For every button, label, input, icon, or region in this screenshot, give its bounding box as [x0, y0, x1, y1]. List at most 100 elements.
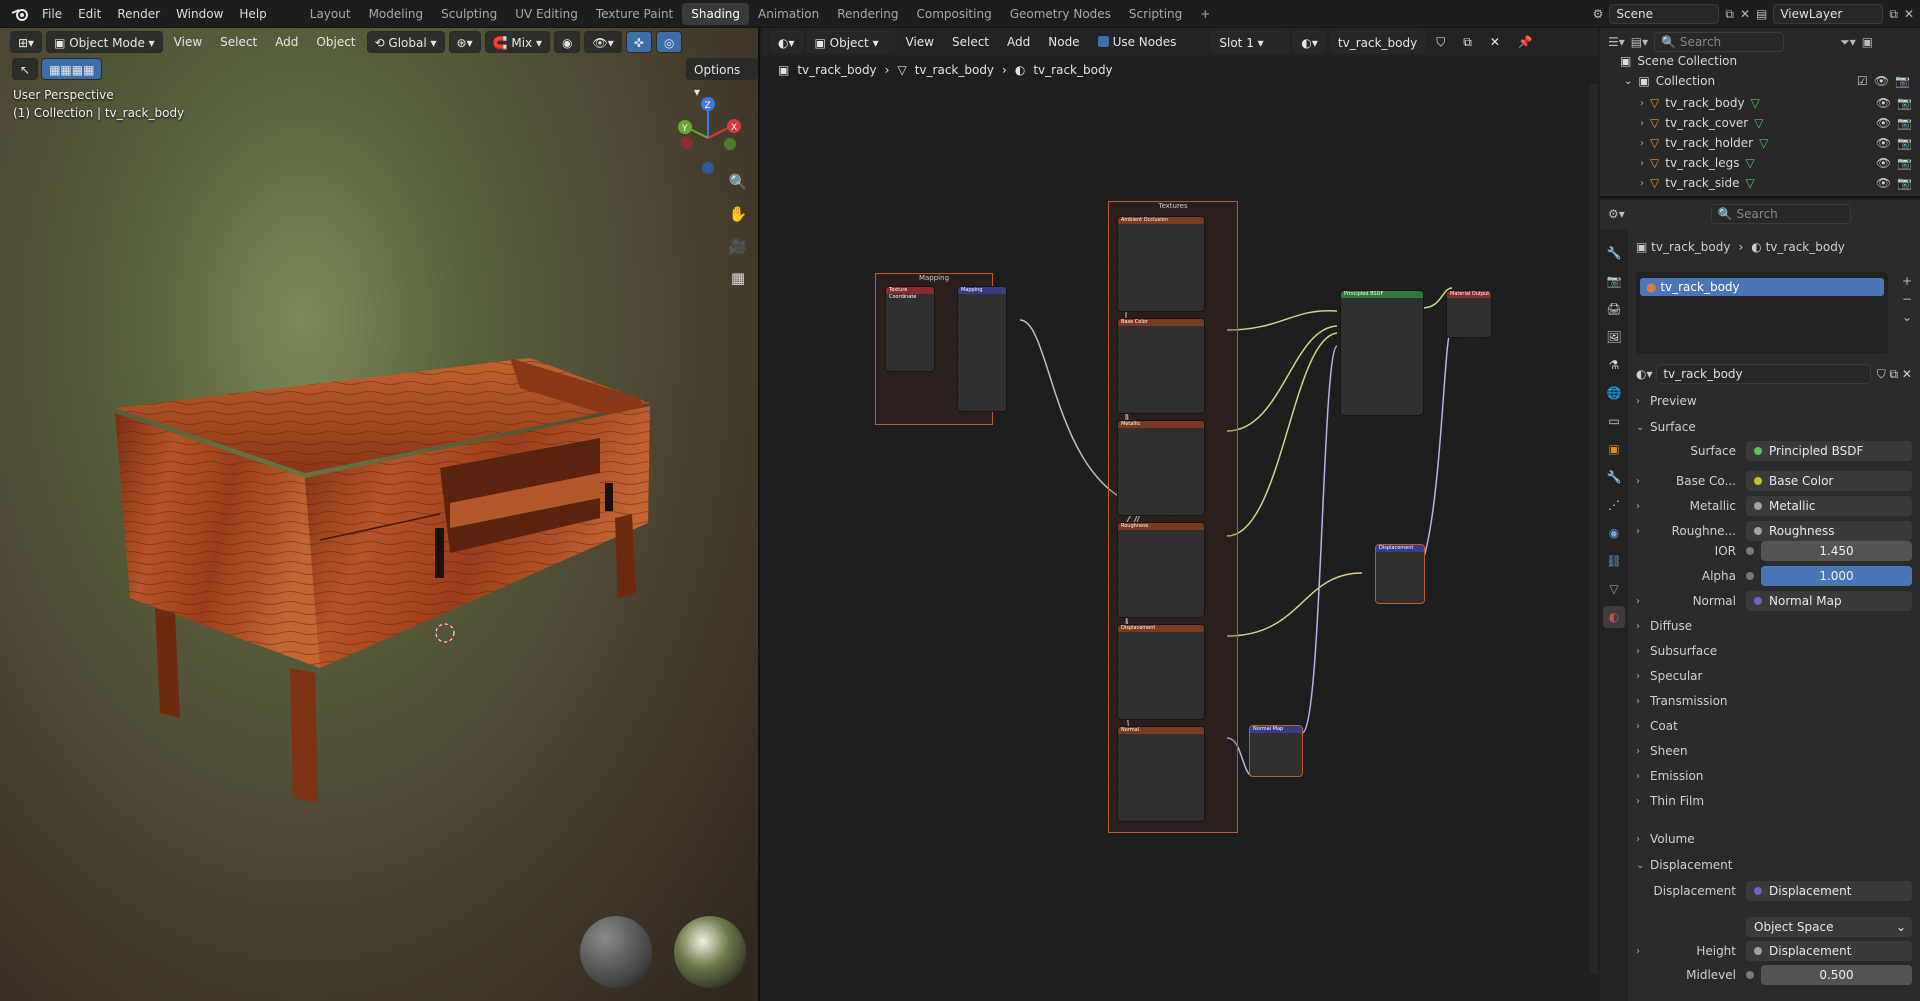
slot-menu-icon[interactable]: ⌄: [1902, 310, 1912, 324]
view-layer-field[interactable]: ViewLayer: [1773, 4, 1884, 24]
chevron-right-icon[interactable]: ›: [1640, 158, 1644, 169]
outliner-item[interactable]: › ▽ tv_rack_cover ▽ 👁 📷: [1640, 114, 1912, 132]
modifier-tab-icon[interactable]: 🔧: [1603, 466, 1625, 488]
camera-icon[interactable]: 📷: [1897, 156, 1912, 170]
tab-rendering[interactable]: Rendering: [828, 3, 907, 25]
tab-modeling[interactable]: Modeling: [360, 3, 433, 25]
chevron-right-icon[interactable]: ›: [1636, 501, 1650, 512]
camera-icon[interactable]: 📷: [1897, 176, 1912, 190]
texture-coordinate-node[interactable]: Texture Coordinate: [885, 286, 935, 372]
outliner-scene-collection[interactable]: ▣ Scene Collection: [1620, 54, 1737, 68]
scene-tab-icon[interactable]: ⚗: [1603, 354, 1625, 376]
image-texture-node[interactable]: Normal: [1117, 726, 1205, 822]
material-slot-item[interactable]: ● tv_rack_body: [1640, 278, 1884, 296]
tab-scripting[interactable]: Scripting: [1120, 3, 1191, 25]
new-scene-icon[interactable]: ⧉: [1725, 7, 1734, 22]
output-tab-icon[interactable]: 🖨: [1603, 298, 1625, 320]
subpanel-header[interactable]: › Coat: [1636, 715, 1912, 737]
principled-bsdf-node[interactable]: Principled BSDF: [1340, 290, 1424, 416]
menu-file[interactable]: File: [34, 0, 70, 28]
preview-panel-header[interactable]: › Preview: [1636, 390, 1912, 412]
height-field[interactable]: Displacement: [1746, 941, 1912, 961]
input-link-field[interactable]: Metallic: [1746, 496, 1912, 516]
chevron-down-icon[interactable]: ⌄: [1624, 76, 1632, 87]
chevron-right-icon[interactable]: ›: [1640, 118, 1644, 129]
display-mode-icon[interactable]: ▤▾: [1631, 35, 1648, 49]
tv-rack-model[interactable]: [0, 28, 760, 1001]
blender-logo-icon[interactable]: [6, 0, 34, 28]
subpanel-header[interactable]: › Diffuse: [1636, 615, 1912, 637]
menu-render[interactable]: Render: [109, 0, 168, 28]
tab-geometry-nodes[interactable]: Geometry Nodes: [1001, 3, 1120, 25]
displacement-node[interactable]: Displacement: [1375, 544, 1425, 604]
3d-viewport[interactable]: ⊞▾ ▣ Object Mode ▾ View Select Add Objec…: [0, 28, 760, 1001]
material-slots-list[interactable]: ● tv_rack_body: [1636, 272, 1888, 354]
filter-icon[interactable]: ⏷▾: [1840, 35, 1856, 50]
displacement-space-dropdown[interactable]: Object Space ⌄: [1746, 917, 1912, 937]
alpha-field[interactable]: 1.000: [1761, 566, 1912, 586]
chevron-right-icon[interactable]: ›: [1636, 946, 1650, 957]
outliner[interactable]: ☰▾ ▤▾ 🔍 Search ⏷▾ ▣ ▣ Scene Collection ⌄ …: [1600, 28, 1920, 198]
material-name-field[interactable]: tv_rack_body: [1656, 364, 1871, 384]
chevron-right-icon[interactable]: ›: [1640, 98, 1644, 109]
normal-field[interactable]: Normal Map: [1746, 591, 1912, 611]
surface-panel-header[interactable]: ⌄ Surface: [1636, 416, 1912, 438]
material-tab-icon[interactable]: ◐: [1603, 606, 1625, 628]
material-browse-icon[interactable]: ◐▾: [1636, 367, 1656, 381]
scene-field[interactable]: Scene: [1609, 4, 1720, 24]
subpanel-header[interactable]: › Thin Film: [1636, 790, 1912, 812]
chevron-right-icon[interactable]: ›: [1640, 138, 1644, 149]
camera-icon[interactable]: 📷: [1895, 74, 1910, 88]
chevron-right-icon[interactable]: ›: [1636, 596, 1650, 607]
tab-texture-paint[interactable]: Texture Paint: [587, 3, 682, 25]
object-tab-icon[interactable]: ▣: [1603, 438, 1625, 460]
subpanel-header[interactable]: › Emission: [1636, 765, 1912, 787]
material-output-node[interactable]: Material Output: [1446, 290, 1492, 338]
tab-uv-editing[interactable]: UV Editing: [506, 3, 587, 25]
outliner-search-input[interactable]: 🔍 Search: [1654, 32, 1785, 52]
outliner-collection-row[interactable]: ⌄ ▣ Collection: [1624, 74, 1715, 88]
close-scene-icon[interactable]: ✕: [1740, 7, 1750, 21]
physics-tab-icon[interactable]: ◉: [1603, 522, 1625, 544]
outliner-item[interactable]: › ▽ tv_rack_body ▽ 👁 📷: [1640, 94, 1912, 112]
displacement-panel-header[interactable]: ⌄ Displacement: [1636, 854, 1912, 876]
chevron-right-icon[interactable]: ›: [1636, 526, 1650, 537]
image-texture-node[interactable]: Displacement: [1117, 624, 1205, 720]
outliner-item[interactable]: › ▽ tv_rack_holder ▽ 👁 📷: [1640, 134, 1912, 152]
chevron-right-icon[interactable]: ›: [1640, 178, 1644, 189]
volume-panel-header[interactable]: › Volume: [1636, 828, 1912, 850]
close-view-layer-icon[interactable]: ✕: [1904, 7, 1914, 21]
eye-icon[interactable]: 👁: [1876, 136, 1891, 150]
eye-icon[interactable]: 👁: [1874, 74, 1889, 88]
subpanel-header[interactable]: › Sheen: [1636, 740, 1912, 762]
render-tab-icon[interactable]: 📷: [1603, 270, 1625, 292]
image-texture-node[interactable]: Metallic: [1117, 420, 1205, 516]
outliner-item[interactable]: › ▽ tv_rack_legs ▽ 👁 📷: [1640, 154, 1912, 172]
properties-search-input[interactable]: 🔍 Search: [1710, 204, 1851, 224]
camera-icon[interactable]: 📷: [1897, 96, 1912, 110]
data-tab-icon[interactable]: ▽: [1603, 578, 1625, 600]
outliner-editor-type-icon[interactable]: ☰▾: [1608, 35, 1625, 49]
tab-sculpting[interactable]: Sculpting: [432, 3, 506, 25]
image-texture-node[interactable]: Base Color: [1117, 318, 1205, 414]
constraints-tab-icon[interactable]: ⛓: [1603, 550, 1625, 572]
displacement-field[interactable]: Displacement: [1746, 881, 1912, 901]
image-texture-node[interactable]: Roughness: [1117, 522, 1205, 618]
collection-tab-icon[interactable]: ▭: [1603, 410, 1625, 432]
image-texture-node[interactable]: Ambient Occlusion: [1117, 216, 1205, 312]
node-editor-scrollbar[interactable]: [1590, 84, 1598, 974]
eye-icon[interactable]: 👁: [1876, 176, 1891, 190]
remove-slot-icon[interactable]: −: [1902, 292, 1912, 306]
tab-animation[interactable]: Animation: [749, 3, 828, 25]
mapping-node[interactable]: Mapping: [957, 286, 1007, 412]
input-link-field[interactable]: Base Color: [1746, 471, 1912, 491]
shader-node-editor[interactable]: ◐▾ ▣ Object ▾ View Select Add Node Use N…: [762, 28, 1598, 1001]
outliner-item[interactable]: › ▽ tv_rack_side ▽ 👁 📷: [1640, 174, 1912, 192]
subpanel-header[interactable]: › Specular: [1636, 665, 1912, 687]
tool-tab-icon[interactable]: 🔧: [1603, 242, 1625, 264]
add-slot-icon[interactable]: +: [1902, 274, 1912, 288]
fake-user-shield-icon[interactable]: ⛉ ⧉ ✕: [1877, 367, 1912, 382]
ior-field[interactable]: 1.450: [1761, 541, 1912, 561]
midlevel-field[interactable]: 0.500: [1761, 965, 1912, 985]
subpanel-header[interactable]: › Subsurface: [1636, 640, 1912, 662]
